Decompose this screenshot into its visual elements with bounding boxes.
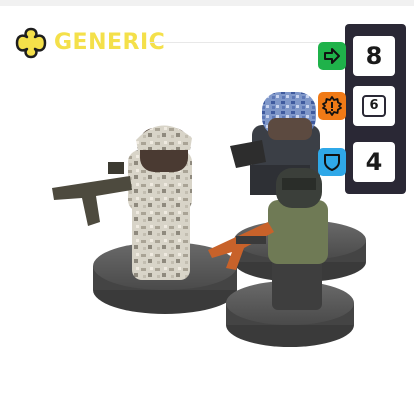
stat-value-skill: 6 [353, 86, 395, 126]
shield-icon [318, 148, 346, 176]
stat-value-move: 8 [353, 36, 395, 76]
arrow-right-icon [318, 42, 346, 70]
gear-alert-icon [318, 92, 346, 120]
stat-panel: 8 6 4 [312, 24, 406, 194]
stat-row-defense: 4 [312, 138, 406, 182]
stat-row-move: 8 [312, 32, 406, 76]
stat-row-skill: 6 [312, 82, 406, 126]
stat-value-defense: 4 [353, 142, 395, 182]
